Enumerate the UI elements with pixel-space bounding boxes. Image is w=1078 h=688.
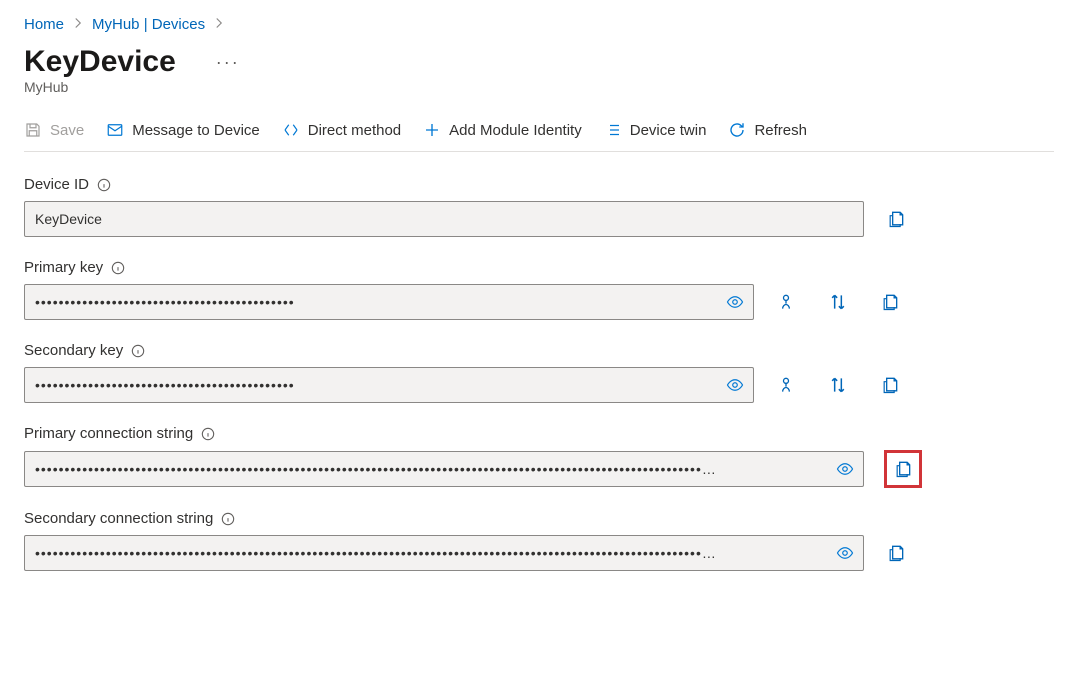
secondary-key-field: Secondary key (24, 342, 1054, 403)
swap-icon[interactable] (826, 290, 850, 314)
copy-icon[interactable] (878, 290, 902, 314)
chevron-right-icon (72, 17, 84, 32)
refresh-button[interactable]: Refresh (728, 121, 807, 139)
secondary-conn-label: Secondary connection string (24, 510, 213, 527)
copy-icon[interactable] (878, 373, 902, 397)
save-label: Save (50, 122, 84, 139)
secondary-key-label: Secondary key (24, 342, 123, 359)
swap-icon[interactable] (826, 373, 850, 397)
message-label: Message to Device (132, 122, 260, 139)
pin-icon[interactable] (190, 58, 198, 66)
secondary-conn-input[interactable] (24, 535, 864, 571)
reveal-icon[interactable] (832, 456, 858, 482)
direct-method-button[interactable]: Direct method (282, 121, 401, 139)
info-icon[interactable] (97, 178, 111, 192)
save-icon (24, 121, 42, 139)
device-twin-button[interactable]: Device twin (604, 121, 707, 139)
breadcrumb: Home MyHub | Devices (24, 16, 1054, 33)
page-subtitle: MyHub (24, 79, 1054, 95)
direct-method-icon (282, 121, 300, 139)
primary-key-input[interactable] (24, 284, 754, 320)
device-id-input[interactable] (24, 201, 864, 237)
info-icon[interactable] (131, 344, 145, 358)
message-icon (106, 121, 124, 139)
direct-method-label: Direct method (308, 122, 401, 139)
page-title-row: KeyDevice ··· (24, 45, 1054, 79)
regenerate-icon[interactable] (774, 290, 798, 314)
toolbar: Save Message to Device Direct method Add… (24, 113, 1054, 152)
info-icon[interactable] (201, 427, 215, 441)
chevron-right-icon (213, 17, 225, 32)
primary-conn-input[interactable] (24, 451, 864, 487)
refresh-label: Refresh (754, 122, 807, 139)
refresh-icon (728, 121, 746, 139)
primary-conn-label: Primary connection string (24, 425, 193, 442)
message-to-device-button[interactable]: Message to Device (106, 121, 260, 139)
info-icon[interactable] (111, 261, 125, 275)
save-button: Save (24, 121, 84, 139)
add-module-label: Add Module Identity (449, 122, 582, 139)
device-twin-label: Device twin (630, 122, 707, 139)
primary-key-label: Primary key (24, 259, 103, 276)
plus-icon (423, 121, 441, 139)
info-icon[interactable] (221, 512, 235, 526)
primary-conn-field: Primary connection string (24, 425, 1054, 488)
copy-icon[interactable] (884, 207, 908, 231)
primary-key-field: Primary key (24, 259, 1054, 320)
reveal-icon[interactable] (832, 540, 858, 566)
device-id-label: Device ID (24, 176, 89, 193)
copy-icon[interactable] (884, 541, 908, 565)
copy-icon[interactable] (884, 450, 922, 488)
more-icon[interactable]: ··· (212, 48, 244, 77)
device-id-field: Device ID (24, 176, 1054, 237)
breadcrumb-hub-devices[interactable]: MyHub | Devices (92, 16, 205, 33)
regenerate-icon[interactable] (774, 373, 798, 397)
reveal-icon[interactable] (722, 372, 748, 398)
secondary-key-input[interactable] (24, 367, 754, 403)
reveal-icon[interactable] (722, 289, 748, 315)
list-icon (604, 121, 622, 139)
breadcrumb-home[interactable]: Home (24, 16, 64, 33)
page-title: KeyDevice (24, 45, 176, 79)
add-module-button[interactable]: Add Module Identity (423, 121, 582, 139)
secondary-conn-field: Secondary connection string (24, 510, 1054, 571)
